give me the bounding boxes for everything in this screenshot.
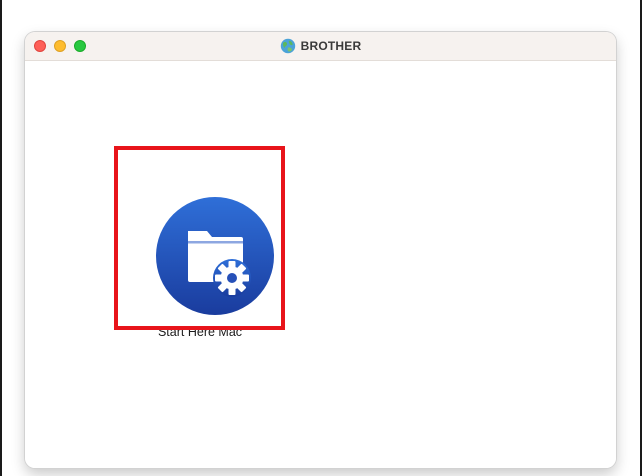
- top-strip: [0, 0, 642, 6]
- start-here-mac-label[interactable]: Start Here Mac: [116, 325, 284, 339]
- folder-gear-icon[interactable]: [155, 196, 275, 316]
- frame-left-border: [0, 0, 2, 476]
- window-content-area: Start Here Mac: [25, 61, 616, 468]
- screenshot-page: BROTHER Start Here Mac: [0, 0, 642, 476]
- window-titlebar[interactable]: BROTHER: [25, 32, 616, 61]
- finder-window: BROTHER Start Here Mac: [25, 32, 616, 468]
- window-title: BROTHER: [300, 39, 362, 53]
- brother-globe-icon: [280, 38, 296, 54]
- start-here-mac-item[interactable]: Start Here Mac: [116, 175, 284, 355]
- window-title-group: BROTHER: [25, 32, 616, 60]
